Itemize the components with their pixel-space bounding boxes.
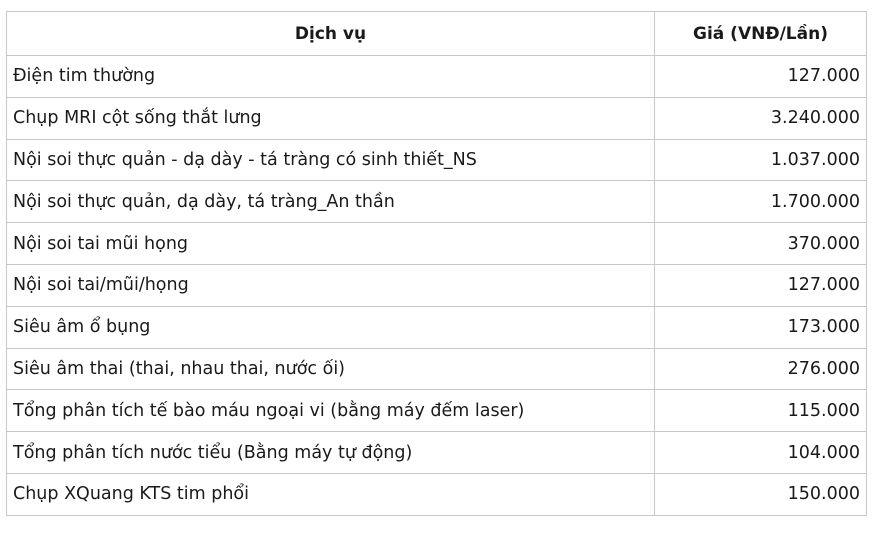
service-cell: Điện tim thường	[6, 55, 655, 98]
header-price: Giá (VNĐ/Lần)	[654, 11, 867, 56]
table-row: Chụp XQuang KTS tim phổi 150.000	[6, 472, 867, 516]
service-price-table: Dịch vụ Giá (VNĐ/Lần) Điện tim thường 12…	[6, 11, 867, 516]
price-cell: 276.000	[654, 347, 867, 391]
service-cell: Chụp XQuang KTS tim phổi	[6, 472, 655, 516]
service-cell: Chụp MRI cột sống thắt lưng	[6, 96, 655, 140]
service-cell: Nội soi thực quản, dạ dày, tá tràng_An t…	[6, 180, 655, 224]
price-cell: 127.000	[654, 55, 867, 98]
table-row: Nội soi tai mũi họng 370.000	[6, 222, 867, 265]
service-cell: Nội soi tai/mũi/họng	[6, 263, 655, 307]
service-cell: Nội soi tai mũi họng	[6, 222, 655, 265]
price-cell: 370.000	[654, 222, 867, 265]
table-row: Nội soi tai/mũi/họng 127.000	[6, 263, 867, 307]
table-row: Tổng phân tích tế bào máu ngoại vi (bằng…	[6, 389, 867, 433]
service-cell: Tổng phân tích nước tiểu (Bằng máy tự độ…	[6, 431, 655, 474]
price-cell: 1.700.000	[654, 180, 867, 224]
price-cell: 173.000	[654, 305, 867, 349]
table-row: Nội soi thực quản, dạ dày, tá tràng_An t…	[6, 180, 867, 224]
service-cell: Siêu âm thai (thai, nhau thai, nước ối)	[6, 347, 655, 391]
price-cell: 104.000	[654, 431, 867, 474]
price-table-container: Dịch vụ Giá (VNĐ/Lần) Điện tim thường 12…	[6, 11, 867, 516]
table-row: Siêu âm thai (thai, nhau thai, nước ối) …	[6, 347, 867, 391]
table-header-row: Dịch vụ Giá (VNĐ/Lần)	[6, 11, 867, 56]
price-cell: 1.037.000	[654, 138, 867, 182]
table-row: Nội soi thực quản - dạ dày - tá tràng có…	[6, 138, 867, 182]
table-row: Tổng phân tích nước tiểu (Bằng máy tự độ…	[6, 431, 867, 474]
price-cell: 127.000	[654, 263, 867, 307]
table-row: Chụp MRI cột sống thắt lưng 3.240.000	[6, 96, 867, 140]
service-cell: Nội soi thực quản - dạ dày - tá tràng có…	[6, 138, 655, 182]
price-cell: 150.000	[654, 472, 867, 516]
price-cell: 115.000	[654, 389, 867, 433]
service-cell: Tổng phân tích tế bào máu ngoại vi (bằng…	[6, 389, 655, 433]
table-row: Điện tim thường 127.000	[6, 55, 867, 98]
header-service: Dịch vụ	[6, 11, 655, 56]
price-cell: 3.240.000	[654, 96, 867, 140]
table-row: Siêu âm ổ bụng 173.000	[6, 305, 867, 349]
service-cell: Siêu âm ổ bụng	[6, 305, 655, 349]
